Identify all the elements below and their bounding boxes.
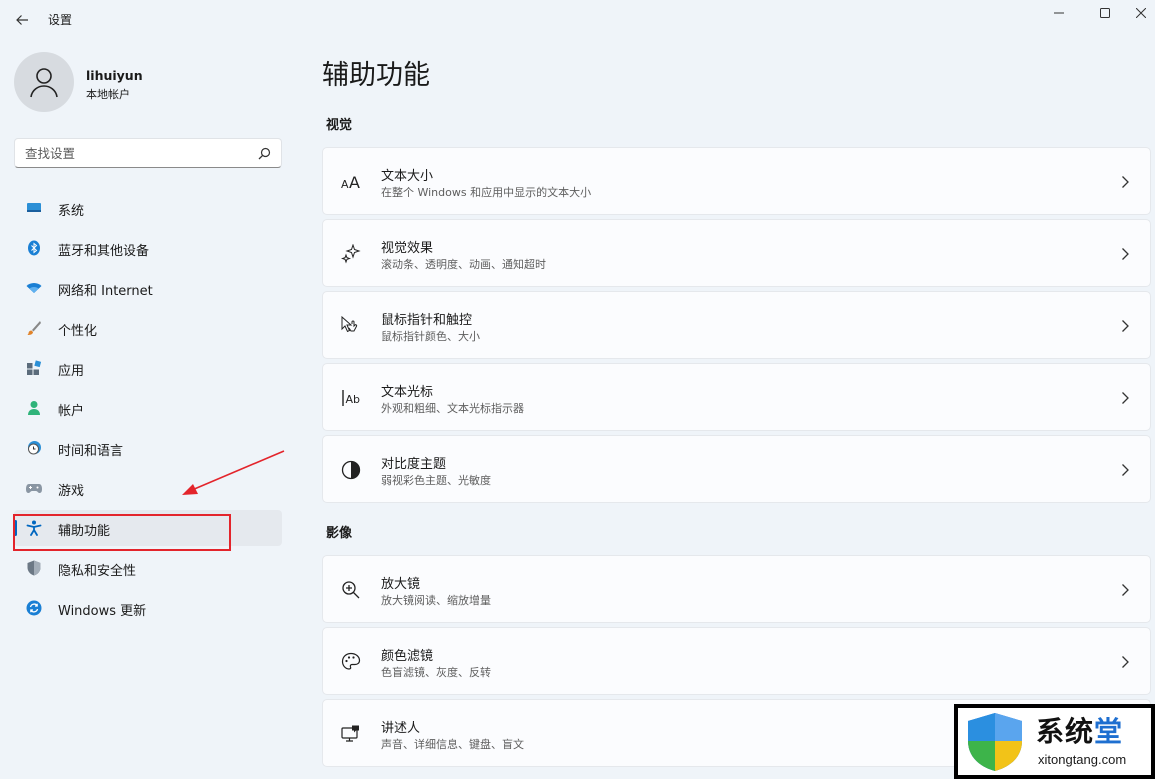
card-magnifier[interactable]: 放大镜 放大镜阅读、缩放增量 [322,555,1151,623]
system-icon [27,203,41,212]
app-title: 设置 [48,13,73,27]
card-text-size[interactable]: AA 文本大小 在整个 Windows 和应用中显示的文本大小 [322,147,1151,215]
brush-icon [27,321,41,335]
section-title-vision: 视觉 [326,118,353,133]
card-mouse-pointer[interactable]: 鼠标指针和触控 鼠标指针颜色、大小 [322,291,1151,359]
pointer-icon [341,316,358,333]
chevron-right-icon [1122,320,1129,332]
sidebar-item-windows-update[interactable]: Windows 更新 [14,590,282,626]
page-title: 辅助功能 [322,60,430,91]
chevron-right-icon [1122,584,1129,596]
sidebar-item-personalization[interactable]: 个性化 [14,310,282,346]
sidebar-item-bluetooth[interactable]: 蓝牙和其他设备 [14,230,282,266]
sidebar-item-label: 系统 [58,204,85,219]
card-subtitle: 放大镜阅读、缩放增量 [381,594,491,607]
shield-icon [27,560,41,576]
sidebar-item-system[interactable]: 系统 [14,190,282,226]
card-text-cursor[interactable]: Ab 文本光标 外观和粗细、文本光标指示器 [322,363,1151,431]
sidebar-item-label: 帐户 [58,404,85,419]
watermark-panel: 系统堂 xitongtang.com [958,708,1151,775]
minimize-icon [1054,12,1064,14]
text-cursor-icon: Ab [342,390,361,406]
user-icon [30,68,58,98]
svg-text:A: A [349,173,360,192]
card-subtitle: 色盲滤镜、灰度、反转 [381,666,491,679]
sidebar-nav: 系统 蓝牙和其他设备 网络和 Internet 个性化 应用 帐户 时间和语言 … [14,190,282,630]
chevron-right-icon [1122,392,1129,404]
annotation-highlight-box [13,514,231,551]
text-size-icon: AA [341,173,360,192]
sidebar-item-label: 游戏 [58,484,85,499]
sidebar-item-label: 隐私和安全性 [58,564,137,579]
card-contrast-themes[interactable]: 对比度主题 弱视彩色主题、光敏度 [322,435,1151,503]
chevron-right-icon [1122,176,1129,188]
card-title: 文本大小 [381,169,434,184]
shield-logo-icon [968,713,1022,771]
wifi-icon [26,283,42,293]
sidebar-item-network[interactable]: 网络和 Internet [14,270,282,306]
sidebar-item-label: 时间和语言 [58,444,124,459]
close-icon [1136,8,1146,18]
search-box[interactable] [14,138,282,168]
card-title: 鼠标指针和触控 [381,313,473,328]
back-arrow-icon [16,15,28,25]
card-visual-effects[interactable]: 视觉效果 滚动条、透明度、动画、通知超时 [322,219,1151,287]
user-name: lihuiyun [86,68,143,83]
sidebar-item-label: Windows 更新 [58,604,147,619]
narrator-icon [341,725,359,742]
card-subtitle: 滚动条、透明度、动画、通知超时 [381,258,546,271]
back-button[interactable] [8,6,36,34]
sidebar-item-privacy[interactable]: 隐私和安全性 [14,550,282,586]
card-subtitle: 鼠标指针颜色、大小 [381,330,480,343]
account-type: 本地帐户 [86,88,130,101]
avatar[interactable] [14,52,74,112]
contrast-icon [341,460,361,480]
sidebar-item-label: 应用 [58,364,85,379]
title-bar: 设置 [0,0,1155,40]
annotation-arrow [182,450,285,495]
card-subtitle: 弱视彩色主题、光敏度 [381,474,491,487]
close-button[interactable] [1127,0,1155,26]
chevron-right-icon [1122,248,1129,260]
card-title: 视觉效果 [381,241,434,256]
svg-text:A: A [341,178,349,191]
bluetooth-icon [28,240,40,256]
card-subtitle: 声音、详细信息、键盘、盲文 [381,738,524,751]
watermark-title: 系统堂 [1036,715,1124,748]
card-title: 颜色滤镜 [381,649,434,664]
apps-icon [27,360,42,375]
card-subtitle: 在整个 Windows 和应用中显示的文本大小 [381,186,592,199]
sidebar-item-label: 网络和 Internet [58,284,153,299]
maximize-icon [1100,8,1110,18]
card-color-filters[interactable]: 颜色滤镜 色盲滤镜、灰度、反转 [322,627,1151,695]
search-icon[interactable] [256,146,272,162]
card-title: 对比度主题 [381,457,447,472]
card-title: 讲述人 [381,721,421,736]
watermark-url: xitongtang.com [1038,752,1127,767]
card-title: 放大镜 [381,577,421,592]
search-input[interactable] [25,144,245,162]
maximize-button[interactable] [1082,0,1128,26]
watermark: 系统堂 xitongtang.com [954,704,1155,779]
minimize-button[interactable] [1036,0,1082,26]
account-icon [28,401,40,415]
gamepad-icon [26,484,42,493]
section-title-imaging: 影像 [326,526,353,541]
palette-icon [341,652,361,670]
update-icon [26,600,42,616]
sidebar-item-apps[interactable]: 应用 [14,350,282,386]
card-subtitle: 外观和粗细、文本光标指示器 [381,402,524,415]
sparkle-icon [341,244,361,264]
sidebar-item-accounts[interactable]: 帐户 [14,390,282,426]
chevron-right-icon [1122,464,1129,476]
chevron-right-icon [1122,656,1129,668]
sidebar-item-label: 蓝牙和其他设备 [58,244,150,259]
magnifier-icon [342,581,360,599]
time-language-icon [28,441,41,455]
card-title: 文本光标 [381,385,434,400]
sidebar-item-label: 个性化 [58,324,98,339]
svg-text:Ab: Ab [346,393,361,406]
